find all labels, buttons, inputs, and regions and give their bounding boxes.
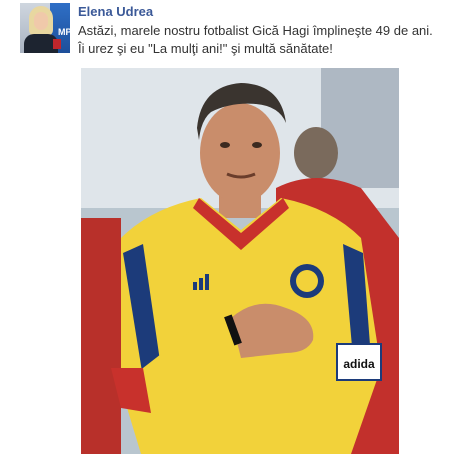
photo-bg-block — [321, 68, 399, 188]
avatar-badge-text: MP — [58, 27, 70, 37]
background-person-head — [294, 127, 338, 179]
author-name-link[interactable]: Elena Udrea — [78, 4, 153, 19]
post-message: Astăzi, marele nostru fotbalist Gică Hag… — [78, 22, 453, 58]
photo-illustration: adida — [81, 68, 399, 454]
author-avatar[interactable]: MP — [20, 3, 70, 53]
player-eye-right — [252, 142, 262, 148]
background-person-left — [81, 218, 121, 454]
player-eye-left — [220, 142, 230, 148]
team-crest-inner — [296, 270, 318, 292]
facebook-post: MP Elena Udrea Astăzi, marele nostru fot… — [0, 0, 461, 458]
avatar-microphone — [53, 39, 61, 49]
armband-text: adida — [343, 357, 375, 371]
player-head — [200, 103, 280, 203]
post-message-line-2: Îi urez şi eu "La mulţi ani!" şi multă s… — [78, 41, 333, 56]
post-message-line-1: Astăzi, marele nostru fotbalist Gică Hag… — [78, 23, 433, 38]
post-photo[interactable]: adida — [81, 68, 399, 454]
avatar-face — [34, 12, 48, 30]
